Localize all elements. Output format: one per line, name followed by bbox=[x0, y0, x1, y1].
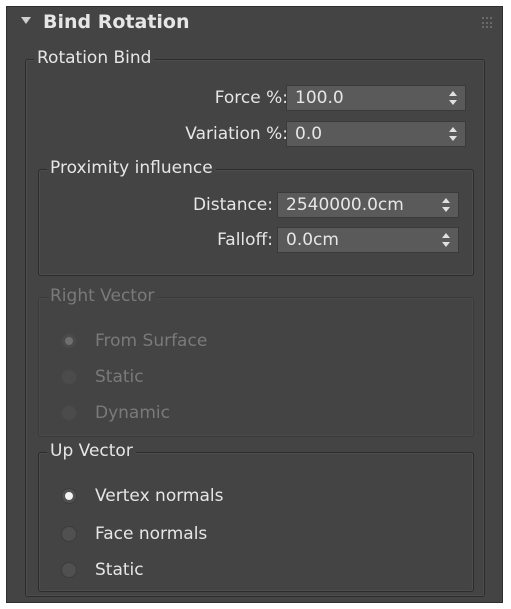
force-spinner[interactable]: 100.0 bbox=[286, 85, 466, 111]
up-vector-option-label[interactable]: Vertex normals bbox=[95, 483, 223, 509]
force-label: Force %: bbox=[214, 88, 288, 108]
radio-unchecked-icon[interactable] bbox=[61, 526, 77, 542]
variation-value[interactable]: 0.0 bbox=[295, 122, 322, 146]
up-vector-option-label[interactable]: Static bbox=[95, 557, 144, 583]
rollout-title[interactable]: Bind Rotation bbox=[43, 11, 190, 33]
rotation-bind-group-label: Rotation Bind bbox=[34, 47, 155, 69]
force-value[interactable]: 100.0 bbox=[295, 86, 344, 110]
up-vector-group: Up Vector Vertex normals Face normals St… bbox=[38, 440, 474, 592]
up-vector-group-label: Up Vector bbox=[47, 440, 136, 462]
distance-label: Distance: bbox=[192, 195, 273, 215]
rotation-bind-group: Rotation Bind Force %: 100.0 Variation %… bbox=[25, 47, 486, 597]
distance-value[interactable]: 2540000.0cm bbox=[286, 193, 404, 217]
right-vector-option-label: Dynamic bbox=[95, 403, 170, 423]
proximity-group-label: Proximity influence bbox=[47, 157, 216, 179]
right-vector-option-label: Static bbox=[95, 367, 144, 387]
radio-checked-icon[interactable] bbox=[61, 488, 77, 504]
force-spin-arrows-icon[interactable] bbox=[449, 91, 457, 105]
right-vector-group-label: Right Vector bbox=[47, 285, 158, 307]
falloff-row: Falloff: 0.0cm bbox=[39, 227, 475, 253]
radio-unchecked-icon[interactable] bbox=[61, 405, 77, 421]
proximity-influence-group: Proximity influence Distance: 2540000.0c… bbox=[38, 157, 475, 276]
radio-checked-icon[interactable] bbox=[61, 333, 77, 349]
falloff-spin-arrows-icon[interactable] bbox=[442, 233, 450, 247]
falloff-spinner[interactable]: 0.0cm bbox=[277, 227, 459, 253]
variation-label: Variation %: bbox=[185, 124, 288, 144]
falloff-label: Falloff: bbox=[217, 230, 273, 250]
collapse-arrow-icon[interactable] bbox=[21, 17, 31, 24]
variation-spinner[interactable]: 0.0 bbox=[286, 121, 466, 147]
distance-spin-arrows-icon[interactable] bbox=[442, 198, 450, 212]
right-vector-group: Right Vector From Surface Static Dynamic bbox=[38, 285, 474, 437]
radio-unchecked-icon[interactable] bbox=[61, 562, 77, 578]
force-row: Force %: 100.0 bbox=[26, 85, 486, 111]
falloff-value[interactable]: 0.0cm bbox=[286, 228, 339, 252]
distance-spinner[interactable]: 2540000.0cm bbox=[277, 192, 459, 218]
grip-handle-icon[interactable] bbox=[482, 17, 494, 29]
bind-rotation-rollout: Bind Rotation Rotation Bind Force %: 100… bbox=[6, 6, 503, 603]
rollout-header[interactable]: Bind Rotation bbox=[7, 7, 502, 41]
variation-spin-arrows-icon[interactable] bbox=[449, 127, 457, 141]
up-vector-option-label[interactable]: Face normals bbox=[95, 521, 207, 547]
distance-row: Distance: 2540000.0cm bbox=[39, 192, 475, 218]
variation-row: Variation %: 0.0 bbox=[26, 121, 486, 147]
radio-unchecked-icon[interactable] bbox=[61, 369, 77, 385]
right-vector-option-label: From Surface bbox=[95, 331, 208, 351]
